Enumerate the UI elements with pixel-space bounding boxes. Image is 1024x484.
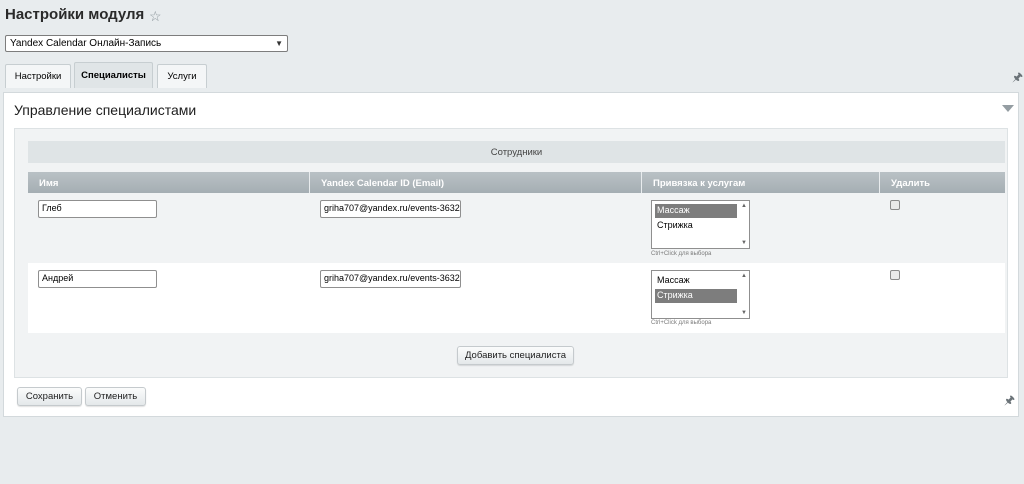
table-row: Андрей griha707@yandex.ru/events-36324 М…	[28, 263, 1005, 333]
scroll-up-icon[interactable]: ▲	[741, 203, 747, 209]
ctrl-click-hint: Ctrl+Click для выбора	[651, 320, 712, 326]
services-listbox[interactable]: Массаж Стрижка ▲ ▼	[651, 200, 750, 249]
service-option-massage[interactable]: Массаж	[655, 274, 737, 288]
section-header: Сотрудники	[28, 141, 1005, 163]
tab-specialists[interactable]: Специалисты	[74, 62, 153, 88]
column-header-name: Имя	[28, 172, 310, 194]
tab-settings[interactable]: Настройки	[5, 64, 71, 88]
delete-checkbox[interactable]	[890, 270, 900, 280]
scroll-up-icon[interactable]: ▲	[741, 273, 747, 279]
ctrl-click-hint: Ctrl+Click для выбора	[651, 251, 712, 257]
save-button[interactable]: Сохранить	[17, 387, 82, 406]
name-input[interactable]: Глеб	[38, 200, 157, 218]
employees-section: Сотрудники Имя Yandex Calendar ID (Email…	[14, 128, 1008, 378]
chevron-down-icon: ▼	[275, 39, 283, 48]
service-option-haircut[interactable]: Стрижка	[655, 219, 737, 233]
cancel-button[interactable]: Отменить	[85, 387, 146, 406]
module-select[interactable]: Yandex Calendar Онлайн-Запись ▼	[5, 35, 288, 52]
delete-checkbox[interactable]	[890, 200, 900, 210]
column-header-services: Привязка к услугам	[642, 172, 880, 194]
service-option-massage[interactable]: Массаж	[655, 204, 737, 218]
email-input[interactable]: griha707@yandex.ru/events-36324	[320, 200, 461, 218]
column-header-email: Yandex Calendar ID (Email)	[310, 172, 642, 194]
scroll-down-icon[interactable]: ▼	[741, 240, 747, 246]
tab-services[interactable]: Услуги	[157, 64, 207, 88]
email-input[interactable]: griha707@yandex.ru/events-36324	[320, 270, 461, 288]
column-header-delete: Удалить	[880, 172, 1005, 194]
pin-icon[interactable]: 🖈	[1012, 68, 1023, 89]
pin-icon[interactable]: 🖈	[1004, 391, 1015, 412]
name-input[interactable]: Андрей	[38, 270, 157, 288]
service-option-haircut[interactable]: Стрижка	[655, 289, 737, 303]
collapse-icon[interactable]	[1002, 105, 1014, 112]
panel-title: Управление специалистами	[14, 102, 197, 118]
add-specialist-button[interactable]: Добавить специалиста	[457, 346, 574, 365]
services-listbox[interactable]: Массаж Стрижка ▲ ▼	[651, 270, 750, 319]
page-title: Настройки модуля	[5, 6, 145, 23]
scroll-down-icon[interactable]: ▼	[741, 310, 747, 316]
table-row: Глеб griha707@yandex.ru/events-36324 Мас…	[28, 193, 1005, 263]
module-select-value: Yandex Calendar Онлайн-Запись	[10, 38, 162, 49]
panel: Управление специалистами Сотрудники Имя …	[3, 92, 1019, 417]
star-icon[interactable]: ☆	[149, 8, 162, 25]
